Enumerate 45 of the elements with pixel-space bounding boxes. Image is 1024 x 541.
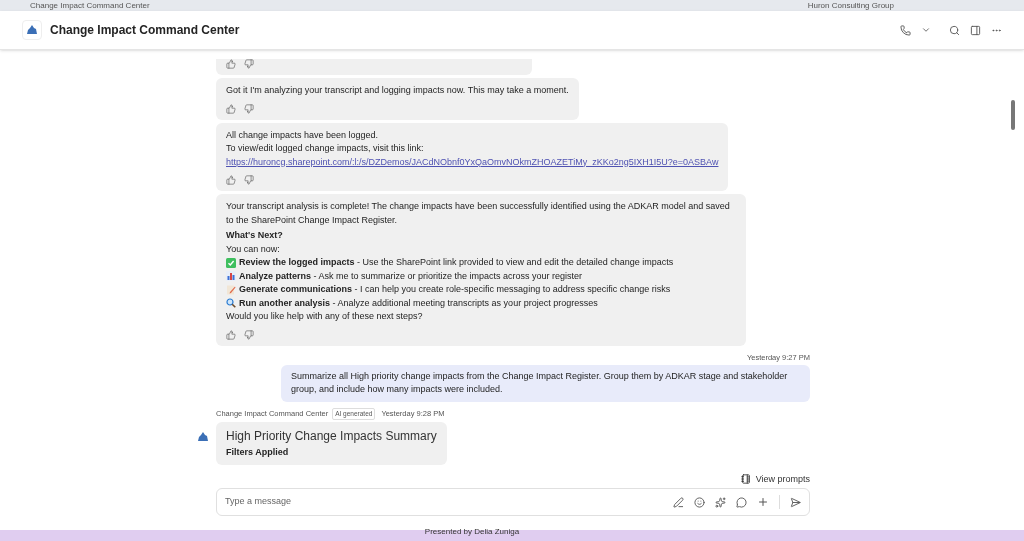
sharepoint-link[interactable]: https://huroncg.sharepoint.com/:l:/s/DZDemos/JACdNObnf0YxQaOmvNOkmZHOAZETiMy_zKKo2ng5IXH1I5U?e=0ASBAw	[226, 155, 719, 169]
message-text: Would you like help with any of these next steps?	[226, 310, 424, 323]
thumbs-up-icon[interactable]	[226, 103, 236, 114]
thumbs-down-icon[interactable]	[244, 103, 254, 114]
section-heading: Filters Applied	[226, 445, 290, 459]
thumbs-up-icon[interactable]	[226, 329, 236, 340]
magnifier-icon	[226, 298, 236, 309]
presenter-caption: Presented by Delia Zuniga	[424, 528, 520, 538]
scrollbar-thumb[interactable]	[1011, 100, 1015, 130]
thumbs-down-icon[interactable]	[244, 329, 254, 340]
section-heading: What's Next?	[226, 229, 284, 242]
side-panel-icon[interactable]	[970, 24, 981, 36]
next-step-text: Run another analysis - Analyze additional meeting transcripts as your project progresses	[239, 296, 598, 310]
notebook-icon	[740, 474, 751, 485]
message-composer[interactable]: Type a message	[216, 488, 810, 516]
message-text: To view/edit logged change impacts, visit this link:	[226, 142, 425, 155]
view-prompts-button[interactable]: View prompts	[740, 472, 810, 486]
bar-chart-icon	[226, 271, 236, 282]
check-icon	[226, 257, 236, 268]
thumbs-down-icon[interactable]	[244, 175, 254, 185]
chat-title: Change Impact Command Center	[50, 22, 240, 39]
send-icon[interactable]	[790, 496, 801, 508]
next-step-text: Analyze patterns - Ask me to summarize or prioritize the impacts across your register	[239, 269, 583, 283]
message-input-field[interactable]: Type a message	[225, 495, 673, 509]
plus-icon[interactable]	[757, 496, 769, 508]
thumbs-up-icon[interactable]	[226, 175, 236, 185]
chevron-down-icon[interactable]	[921, 25, 931, 35]
message-text: Got it I'm analyzing your transcript and logging impacts now. This may take a moment.	[226, 84, 569, 97]
window-title: Change Impact Command Center	[30, 0, 150, 11]
user-message-bubble: Summarize all High priority change impacts from the Change Impact Register. Group them by ADKAR stage and stakeholder group, and include how many impacts were included.	[281, 364, 810, 402]
call-icon[interactable]	[900, 24, 911, 36]
memo-icon	[226, 284, 236, 295]
search-icon[interactable]	[949, 24, 960, 36]
emoji-icon[interactable]	[694, 496, 705, 508]
account-name: Huron Consulting Group	[807, 0, 894, 11]
format-icon[interactable]	[673, 496, 684, 508]
sparkle-icon[interactable]	[715, 496, 726, 508]
next-step-text: Review the logged impacts - Use the SharePoint link provided to view and edit the detailed change impacts	[239, 256, 674, 269]
message-text: You can now:	[226, 242, 281, 256]
next-step-text: Generate communications - I can help you create role-specific messaging to address specific change risks	[239, 283, 671, 296]
thumbs-up-icon[interactable]	[226, 59, 236, 69]
summary-title: High Priority Change Impacts Summary	[226, 427, 437, 444]
thumbs-down-icon[interactable]	[244, 59, 254, 69]
message-text: All change impacts have been logged.	[226, 128, 380, 142]
message-text: Your transcript analysis is complete! The change impacts have been successfully identified using the ADKAR model and saved to the SharePoint Change Impact Register.	[226, 200, 731, 227]
